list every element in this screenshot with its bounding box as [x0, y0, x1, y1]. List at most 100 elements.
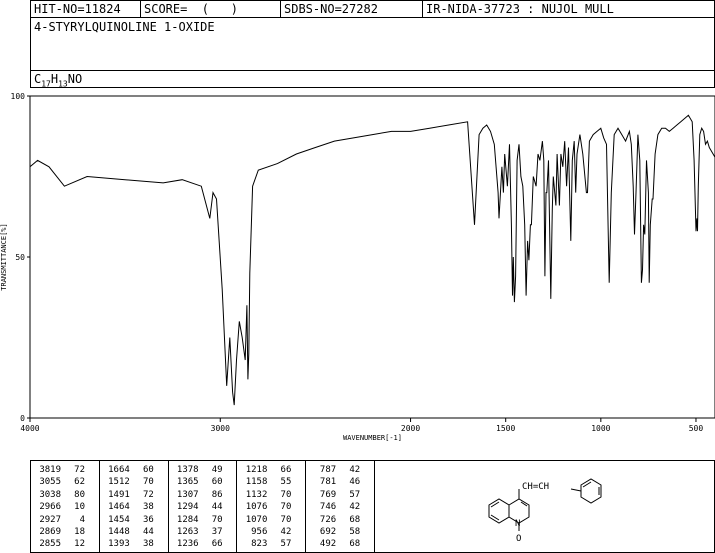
peak-column: 1664 60 1512 70 1491 72 1464 38 1454 36 1448 44 1393… [100, 461, 169, 553]
peak-row: 823 57 [237, 539, 291, 549]
peak-wavenumber: 769 [319, 489, 337, 500]
peak-column: 3819 72 3055 62 3038 80 2966 10 2927 4 2869 18 2855 1… [31, 461, 100, 553]
x-tick-label: 4000 [20, 424, 39, 433]
peak-row: 787 42 [306, 465, 360, 475]
peak-transmittance: 44 [142, 527, 154, 537]
peak-row: 1284 70 [169, 515, 223, 525]
peak-row: 2869 18 [31, 527, 85, 537]
peak-transmittance: 10 [74, 502, 85, 513]
peak-transmittance: 46 [349, 477, 361, 488]
peak-wavenumber: 2855 [39, 539, 61, 550]
peak-transmittance: 38 [142, 502, 154, 513]
peak-transmittance: 42 [349, 502, 361, 513]
peak-row: 1448 44 [100, 527, 154, 537]
peak-row: 1393 38 [100, 539, 154, 549]
peak-transmittance: 68 [349, 539, 361, 550]
peak-transmittance: 66 [211, 539, 223, 550]
peak-wavenumber: 1365 [176, 477, 199, 488]
peak-wavenumber: 3819 [39, 465, 61, 475]
peak-row: 1307 86 [169, 490, 223, 500]
ir-spectrum-chart: 4000 3000 2000 1500 1000 500 0 50 100 WAVENUMBER[… [0, 92, 715, 442]
peak-row: 1294 44 [169, 502, 223, 512]
peak-wavenumber: 746 [319, 502, 337, 513]
peak-row: 1218 66 [237, 465, 292, 475]
vinyl-label: CH=CH [522, 482, 549, 492]
peak-wavenumber: 823 [251, 539, 268, 550]
peak-row: 3055 62 [31, 477, 85, 487]
peak-wavenumber: 1491 [108, 489, 130, 500]
peak-transmittance: 60 [142, 465, 154, 475]
peak-wavenumber: 1464 [108, 502, 130, 513]
peak-row: 692 58 [306, 527, 360, 537]
peak-transmittance: 58 [349, 527, 361, 537]
peak-wavenumber: 3038 [39, 489, 61, 500]
peak-transmittance: 70 [280, 489, 292, 500]
peak-wavenumber: 1378 [176, 465, 199, 475]
peak-transmittance: 18 [74, 527, 85, 537]
peak-transmittance: 55 [280, 477, 292, 488]
peak-transmittance: 70 [142, 477, 154, 488]
peak-wavenumber: 1070 [245, 514, 268, 525]
peak-row: 1365 60 [169, 477, 223, 487]
peak-transmittance: 4 [79, 514, 85, 525]
peak-transmittance: 62 [74, 477, 85, 488]
peak-transmittance: 60 [211, 477, 223, 488]
peak-row: 1263 37 [169, 527, 223, 537]
peak-row: 1378 49 [169, 465, 223, 475]
peak-wavenumber: 1307 [176, 489, 199, 500]
peak-row: 1512 70 [100, 477, 154, 487]
peak-transmittance: 80 [74, 489, 85, 500]
peak-table: 3819 72 3055 62 3038 80 2966 10 2927 4 2869 18 2855 1… [30, 460, 715, 553]
plot-frame [29, 95, 715, 419]
peak-transmittance: 70 [211, 514, 223, 525]
peak-wavenumber: 1284 [176, 514, 199, 525]
peak-transmittance: 66 [280, 465, 292, 475]
peak-wavenumber: 2966 [39, 502, 61, 513]
peak-transmittance: 42 [349, 465, 361, 475]
spectrum-line [29, 114, 715, 406]
peak-wavenumber: 1393 [108, 539, 130, 550]
peak-row: 3038 80 [31, 490, 85, 500]
peak-wavenumber: 1236 [176, 539, 199, 550]
peak-row: 1664 60 [100, 465, 154, 475]
oxide-label: O [516, 534, 521, 544]
peak-row: 1454 36 [100, 515, 154, 525]
peak-wavenumber: 1454 [108, 514, 130, 525]
peak-row: 1070 70 [237, 514, 292, 525]
peak-row: 781 46 [306, 477, 360, 487]
peak-wavenumber: 781 [319, 477, 337, 488]
peak-row: 1158 55 [237, 477, 292, 488]
peak-wavenumber: 1076 [245, 502, 268, 513]
peak-wavenumber: 1263 [176, 527, 199, 537]
peak-transmittance: 70 [280, 514, 292, 525]
peak-wavenumber: 492 [319, 539, 337, 550]
peak-row: 1464 38 [100, 502, 154, 512]
peak-row: 726 68 [306, 515, 360, 525]
peak-transmittance: 57 [280, 539, 292, 550]
phenyl-ring [580, 478, 602, 504]
peak-row: 1076 70 [237, 502, 292, 513]
peak-wavenumber: 1158 [245, 477, 268, 488]
peak-column: 787 42 781 46 769 57 746 42 726 68 692 58 492 68 [306, 461, 375, 553]
peak-transmittance: 72 [142, 489, 154, 500]
y-axis-label: TRANSMITTANCE[%] [0, 223, 8, 290]
x-tick-label: 2000 [401, 424, 420, 433]
peak-column: 1378 49 1365 60 1307 86 1294 44 1284 70 1263 37 1236… [169, 461, 238, 553]
x-tick-label: 1000 [591, 424, 610, 433]
peak-row: 1132 70 [237, 489, 292, 500]
peak-wavenumber: 1218 [245, 465, 268, 475]
peak-transmittance: 37 [211, 527, 223, 537]
y-tick-label: 50 [15, 253, 25, 262]
peak-transmittance: 70 [280, 502, 292, 513]
y-tick-label: 0 [20, 414, 25, 423]
nitrogen-label: N [515, 519, 520, 529]
peak-wavenumber: 787 [319, 465, 337, 475]
peak-row: 746 42 [306, 502, 360, 512]
peak-transmittance: 68 [349, 514, 361, 525]
y-tick-label: 100 [11, 92, 26, 101]
peak-column: 1218 66 1158 55 1132 70 1076 70 1070 70 956 42 823 57 [237, 461, 307, 553]
peak-wavenumber: 1132 [245, 489, 268, 500]
peak-transmittance: 38 [142, 539, 154, 550]
peak-row: 2855 12 [31, 539, 85, 549]
x-tick-label: 500 [689, 424, 704, 433]
